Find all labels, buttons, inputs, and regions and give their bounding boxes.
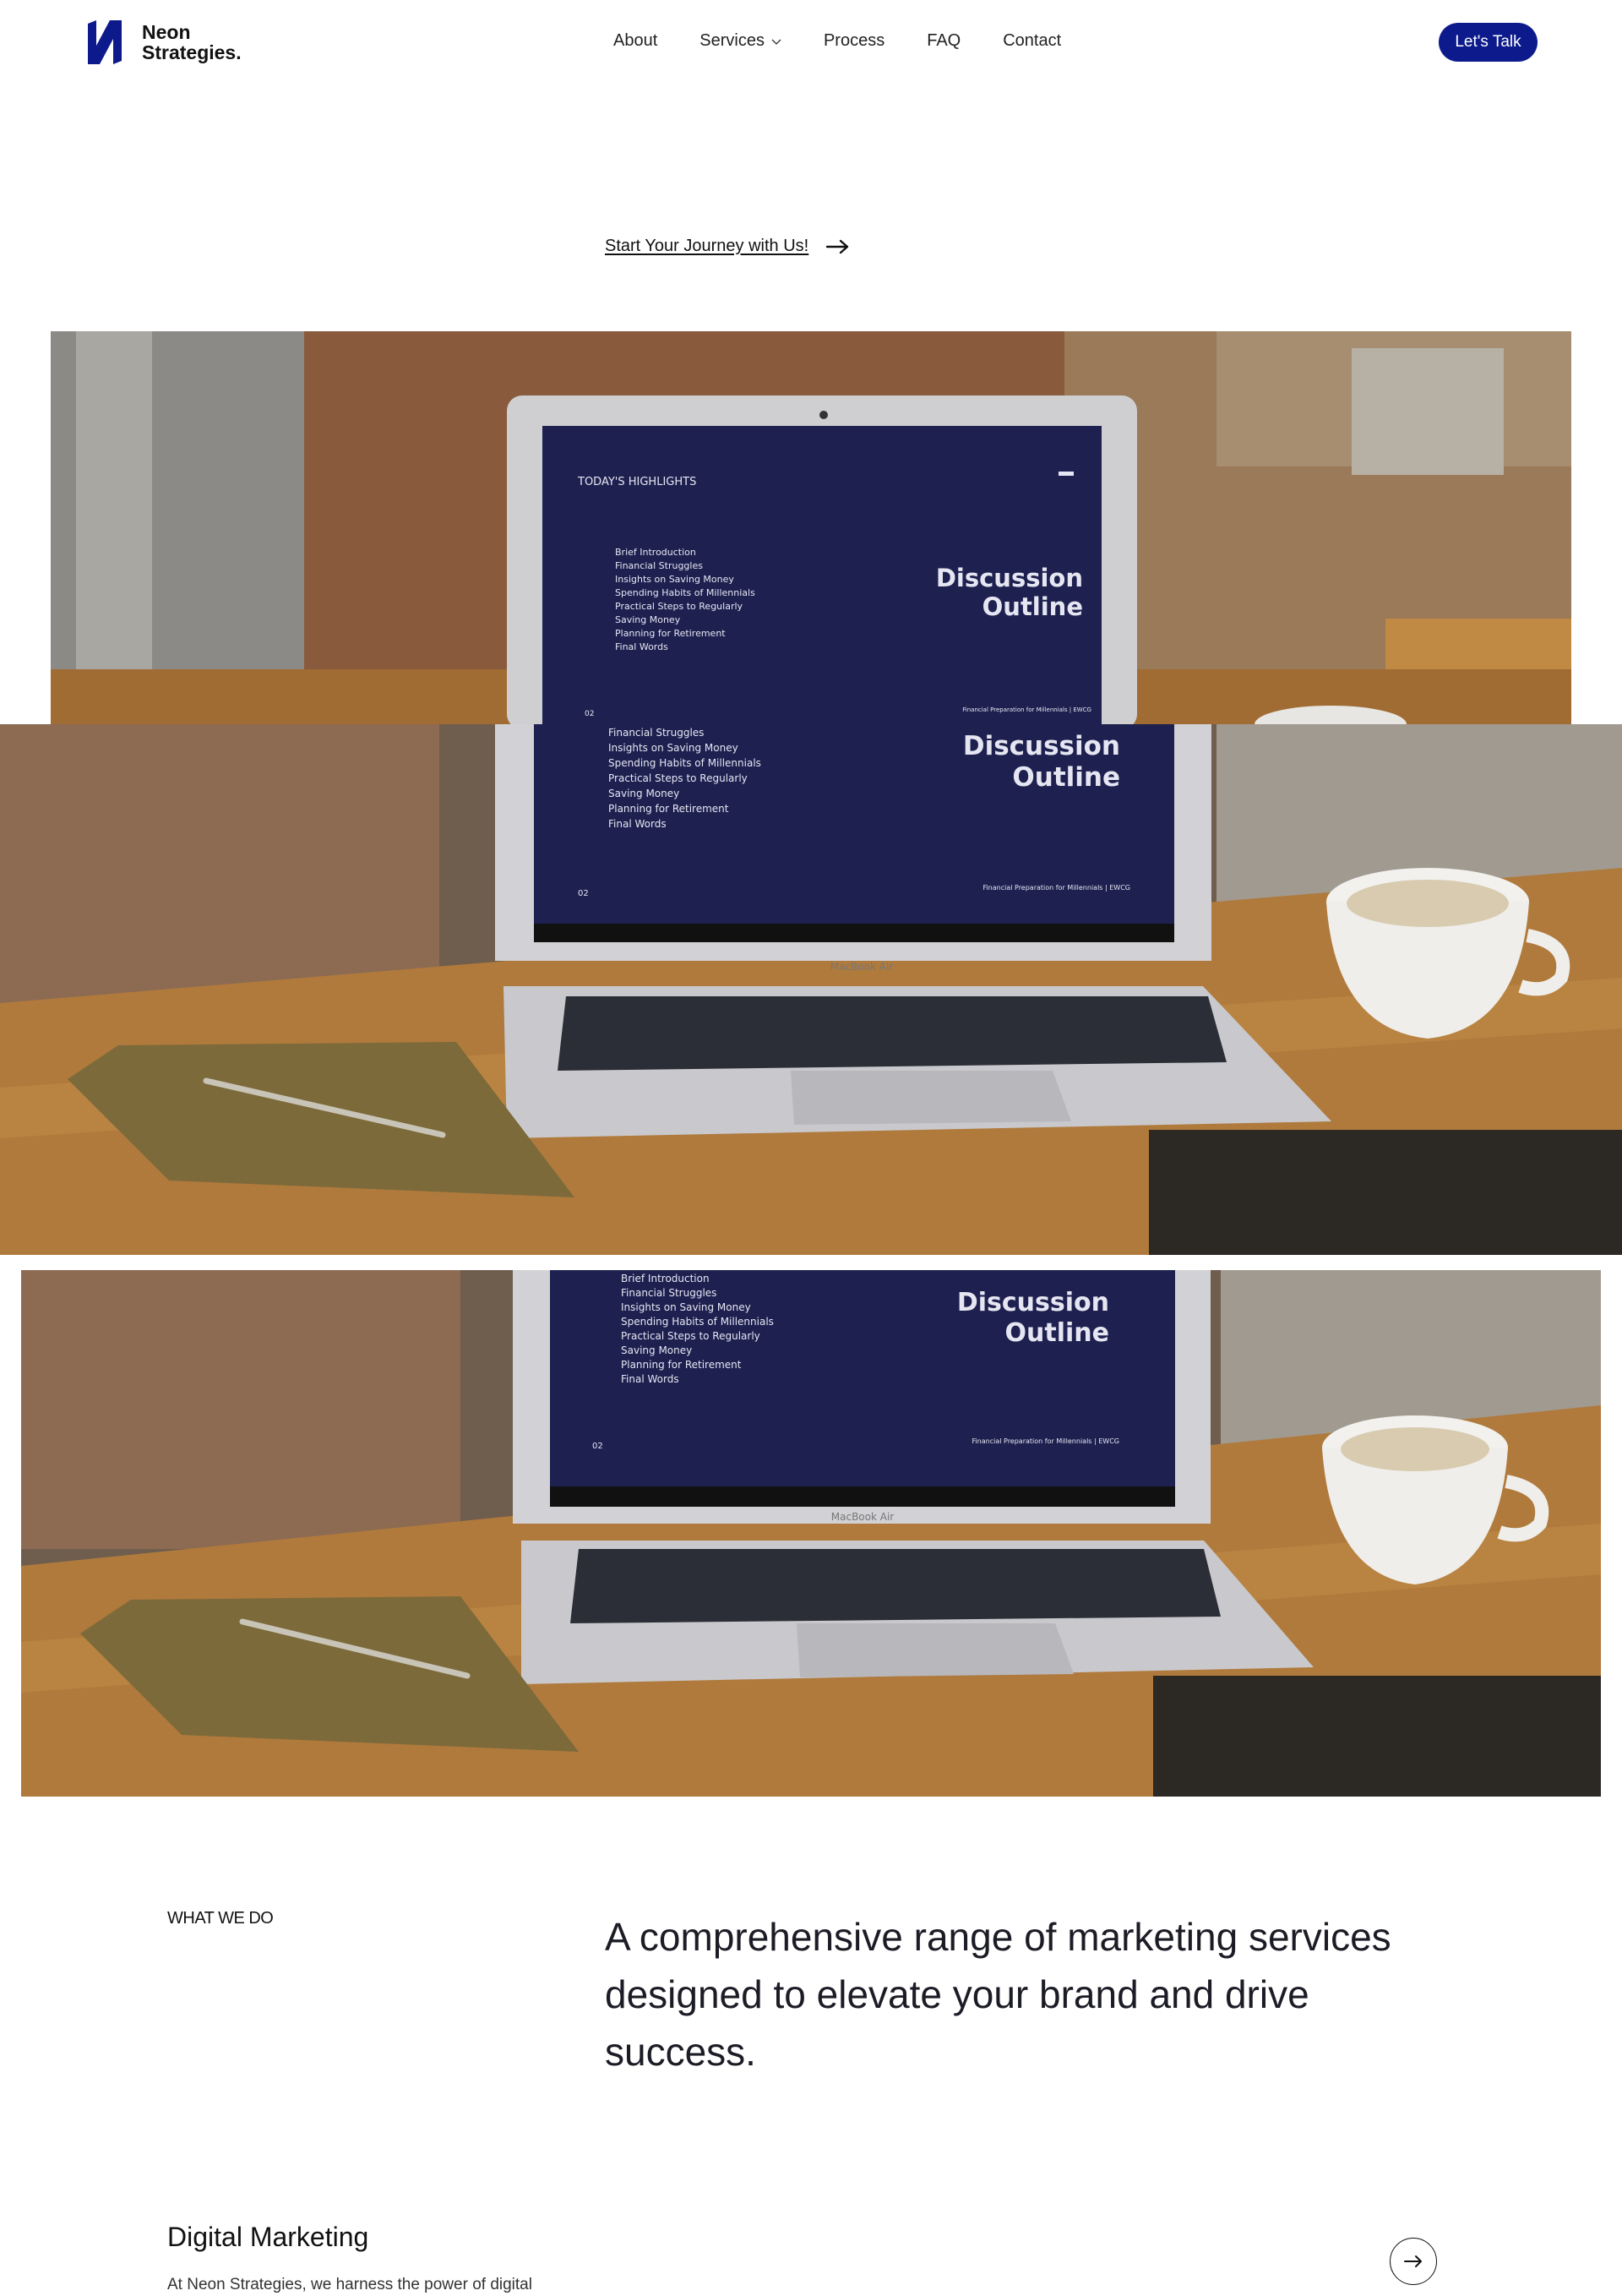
arrow-right-icon [1404, 2255, 1422, 2267]
logo-line-2: Strategies. [142, 41, 242, 63]
nav-link-services[interactable]: Services [699, 31, 781, 51]
laptop-brand: MacBook Air [831, 1511, 895, 1523]
screen-title-1: Discussion [957, 1288, 1109, 1317]
logo[interactable]: Neon Strategies. [84, 17, 242, 68]
screen-footer: Financial Preparation for Millennials | … [962, 706, 1091, 713]
screen-item: Financial Struggles [615, 560, 703, 571]
nav-link-services-label: Services [699, 31, 765, 50]
service-arrow-button[interactable] [1390, 2238, 1437, 2285]
nav-link-process[interactable]: Process [824, 31, 884, 51]
screen-item: Practical Steps to Regularly [608, 772, 748, 784]
screen-title-2: Outline [1005, 1318, 1109, 1348]
screen-item: Brief Introduction [615, 547, 696, 558]
start-journey-label: Start Your Journey with Us! [605, 237, 809, 255]
nav-link-process-label: Process [823, 31, 885, 50]
screen-item: Planning for Retirement [615, 628, 726, 639]
nav-link-contact-label: Contact [1003, 31, 1062, 50]
what-we-do-label: WHAT WE DO [167, 1909, 274, 1928]
chevron-down-icon [771, 39, 781, 45]
screen-item: Final Words [608, 818, 667, 830]
screen-footer: Financial Preparation for Millennials | … [982, 884, 1130, 892]
screen-item: Spending Habits of Millennials [608, 757, 761, 769]
screen-title-1: Discussion [936, 564, 1083, 592]
hero-image-bottom: Brief Introduction Financial Struggles I… [21, 1270, 1601, 1797]
screen-item: Planning for Retirement [608, 803, 729, 815]
screen-item: Insights on Saving Money [608, 742, 738, 754]
arrow-right-icon [826, 239, 849, 254]
top-navigation: Neon Strategies. About Services Process … [0, 0, 1622, 85]
screen-item: Practical Steps to Regularly [621, 1330, 760, 1342]
nav-links: About Services Process FAQ Contact [613, 31, 1103, 51]
screen-item: Practical Steps to Regularly [615, 601, 743, 612]
screen-title-2: Outline [1012, 762, 1120, 793]
screen-footer: Financial Preparation for Millennials | … [972, 1437, 1119, 1445]
screen-item: Financial Struggles [608, 727, 704, 739]
nav-link-about-label: About [613, 31, 658, 50]
hero-image-middle: Financial Struggles Insights on Saving M… [0, 724, 1622, 1255]
screen-page: 02 [585, 710, 594, 718]
screen-item: Brief Introduction [621, 1273, 710, 1284]
neon-n-logo-icon [88, 20, 122, 64]
screen-item: Insights on Saving Money [615, 574, 734, 585]
logo-wordmark: Neon Strategies. [142, 22, 242, 63]
laptop-brand: MacBook Air [830, 961, 894, 973]
nav-link-faq[interactable]: FAQ [927, 31, 961, 51]
screen-item: Saving Money [621, 1344, 692, 1356]
screen-item: Insights on Saving Money [621, 1301, 751, 1313]
screen-item: Spending Habits of Millennials [615, 587, 755, 598]
screen-page: 02 [592, 1442, 603, 1451]
service-description: At Neon Strategies, we harness the power… [167, 2276, 532, 2293]
service-title: Digital Marketing [167, 2222, 369, 2252]
screen-item: Saving Money [608, 788, 679, 799]
nav-link-faq-label: FAQ [927, 31, 961, 50]
screen-item: Final Words [621, 1373, 679, 1385]
what-we-do-headline: A comprehensive range of marketing servi… [605, 1915, 1391, 2074]
screen-item: Saving Money [615, 614, 681, 625]
screen-item: Final Words [615, 641, 668, 652]
lets-talk-button[interactable]: Let's Talk [1439, 23, 1538, 62]
screen-title-2: Outline [982, 592, 1083, 621]
start-journey-link[interactable]: Start Your Journey with Us! [605, 237, 851, 256]
screen-title-1: Discussion [963, 731, 1120, 761]
logo-line-1: Neon [142, 21, 191, 43]
screen-item: Spending Habits of Millennials [621, 1316, 774, 1328]
screen-item: Financial Struggles [621, 1287, 716, 1299]
screen-header: TODAY'S HIGHLIGHTS [577, 476, 696, 488]
nav-link-contact[interactable]: Contact [1003, 31, 1061, 51]
nav-link-about[interactable]: About [613, 31, 657, 51]
screen-item: Planning for Retirement [621, 1359, 742, 1371]
hero-image-top: TODAY'S HIGHLIGHTS Brief Introduction Fi… [51, 331, 1571, 724]
screen-page: 02 [578, 889, 589, 898]
